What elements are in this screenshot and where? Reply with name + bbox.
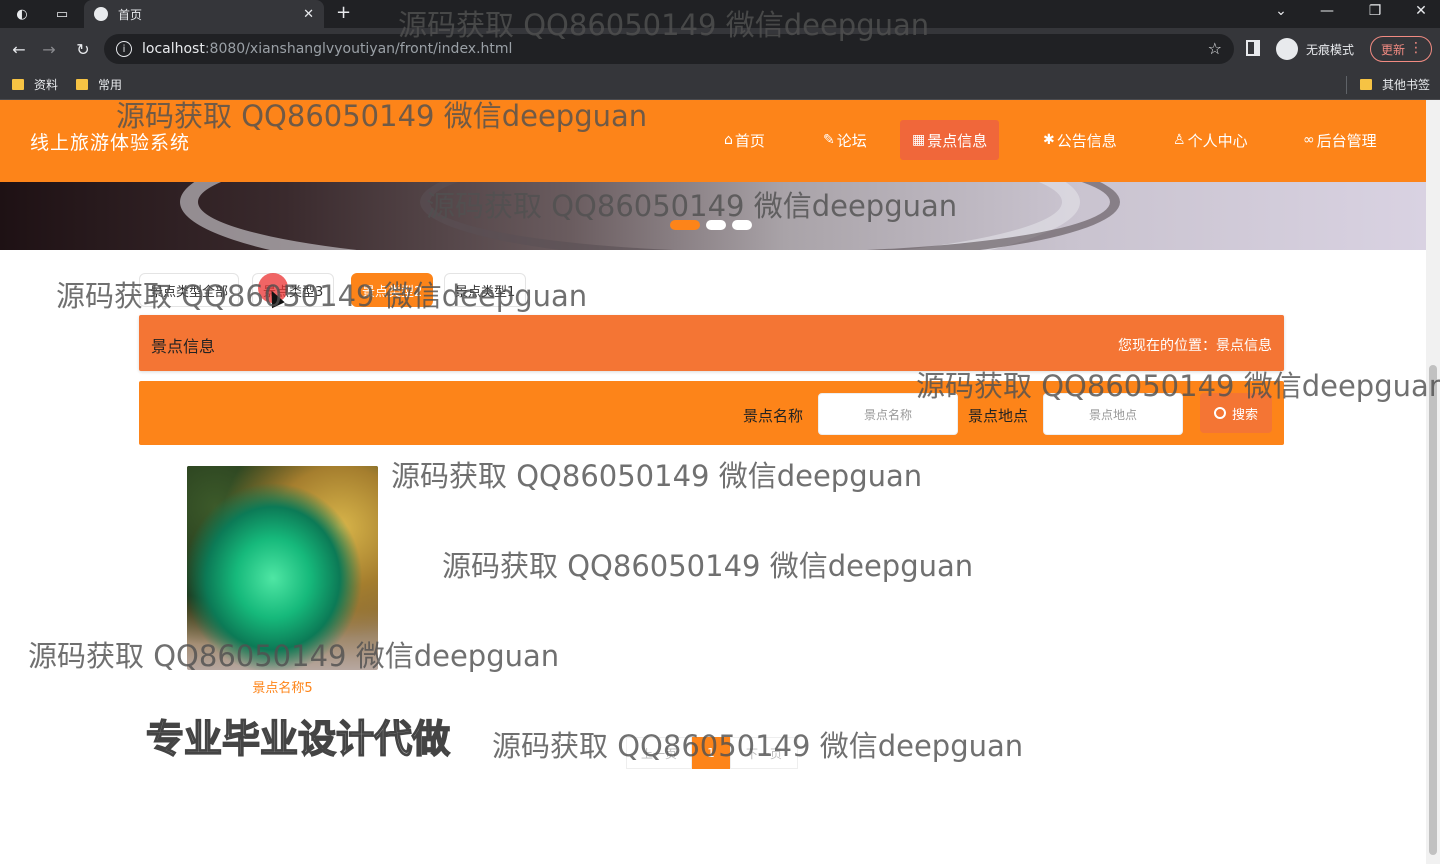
close-window-button[interactable]: ✕ xyxy=(1406,3,1436,19)
bookmark-label: 资料 xyxy=(34,78,59,92)
browser-toolbar: ← → ↻ i localhost:8080/xianshanglvyoutiy… xyxy=(0,28,1440,70)
update-label: 更新 xyxy=(1381,42,1406,57)
name-search-input[interactable]: 景点名称 xyxy=(818,393,958,435)
banner-image-detail xyxy=(420,182,1120,250)
snowflake-icon: ✱ xyxy=(1043,132,1055,148)
forward-button[interactable]: → xyxy=(38,38,60,60)
scrollbar-thumb[interactable] xyxy=(1429,365,1437,855)
tab-list-chevron-icon[interactable]: ⌄ xyxy=(1266,3,1296,19)
grid-icon: ▦ xyxy=(912,132,926,148)
site-info-icon[interactable]: i xyxy=(116,41,132,57)
carousel-dot[interactable] xyxy=(706,220,726,230)
bookmark-separator xyxy=(1346,76,1347,94)
folder-icon xyxy=(76,79,88,90)
nav-label: 个人中心 xyxy=(1187,131,1248,150)
incognito-label: 无痕模式 xyxy=(1306,42,1355,57)
search-button-label: 搜索 xyxy=(1231,407,1258,423)
nav-label: 论坛 xyxy=(836,131,867,150)
new-tab-button[interactable]: + xyxy=(336,2,351,23)
link-icon: ∞ xyxy=(1303,132,1315,148)
section-title-bar: 景点信息 您现在的位置：景点信息 xyxy=(139,315,1284,371)
globe-icon xyxy=(94,7,108,21)
nav-label: 后台管理 xyxy=(1316,131,1377,150)
page-scrollbar[interactable] xyxy=(1426,100,1440,864)
search-bar: 景点名称 景点名称 景点地点 景点地点 搜索 xyxy=(139,381,1284,445)
more-menu-icon[interactable]: ⋮ xyxy=(1409,40,1423,56)
place-search-input[interactable]: 景点地点 xyxy=(1043,393,1183,435)
category-all-button[interactable]: 景点类型全部 xyxy=(139,273,240,307)
nav-label: 景点信息 xyxy=(927,131,988,150)
minimize-button[interactable]: — xyxy=(1312,3,1342,19)
tab-close-icon[interactable]: ✕ xyxy=(303,7,314,22)
tab-search-icon[interactable]: ▭ xyxy=(50,3,74,25)
user-icon: ♙ xyxy=(1173,132,1186,148)
nav-announcements[interactable]: ✱ 公告信息 xyxy=(1031,120,1129,160)
prev-page-button[interactable]: 上一页 xyxy=(626,737,692,769)
nav-home[interactable]: ⌂ 首页 xyxy=(712,120,777,160)
incognito-icon xyxy=(1276,38,1298,60)
side-panel-icon[interactable] xyxy=(1246,40,1260,56)
browser-tab[interactable]: 首页 ✕ xyxy=(84,0,324,28)
scenic-card[interactable] xyxy=(187,466,378,670)
search-button[interactable]: 搜索 xyxy=(1200,393,1272,433)
incognito-indicator[interactable]: 无痕模式 xyxy=(1276,38,1354,60)
scenic-image[interactable] xyxy=(187,466,378,670)
carousel-banner xyxy=(0,182,1426,250)
place-label: 景点地点 xyxy=(968,407,1029,425)
folder-icon xyxy=(1360,79,1372,90)
reload-button[interactable]: ↻ xyxy=(72,38,94,60)
bookmark-folder-changyong[interactable]: 常用 xyxy=(76,76,122,93)
category-type2-button[interactable]: 景点类型2 xyxy=(351,273,434,307)
carousel-dot[interactable] xyxy=(732,220,752,230)
carousel-dot-active[interactable] xyxy=(670,220,700,230)
category-type1-button[interactable]: 景点类型1 xyxy=(444,273,527,307)
site-header: 线上旅游体验系统 ⌂ 首页 ✎ 论坛 ▦ 景点信息 ✱ 公告信息 ♙ 个人中心 … xyxy=(0,100,1426,182)
site-title: 线上旅游体验系统 xyxy=(30,132,191,154)
nav-personal-center[interactable]: ♙ 个人中心 xyxy=(1161,120,1260,160)
bookmark-star-icon[interactable]: ☆ xyxy=(1208,39,1222,58)
bookmarks-bar: 资料 常用 其他书签 xyxy=(0,70,1440,100)
tab-title: 首页 xyxy=(118,7,143,22)
update-button[interactable]: 更新 ⋮ xyxy=(1370,36,1432,62)
scenic-name[interactable]: 景点名称5 xyxy=(187,677,378,696)
next-page-button[interactable]: 下一页 xyxy=(730,737,798,769)
folder-icon xyxy=(12,79,24,90)
bookmark-label: 常用 xyxy=(98,78,123,92)
back-button[interactable]: ← xyxy=(8,38,30,60)
page-1-button[interactable]: 1 xyxy=(692,737,730,769)
nav-forum[interactable]: ✎ 论坛 xyxy=(811,120,879,160)
address-bar[interactable]: i localhost:8080/xianshanglvyoutiyan/fro… xyxy=(104,34,1234,64)
other-bookmarks[interactable]: 其他书签 xyxy=(1360,76,1430,93)
url-text[interactable]: localhost:8080/xianshanglvyoutiyan/front… xyxy=(142,41,512,57)
home-icon: ⌂ xyxy=(724,132,733,148)
page-viewport: 线上旅游体验系统 ⌂ 首页 ✎ 论坛 ▦ 景点信息 ✱ 公告信息 ♙ 个人中心 … xyxy=(0,100,1440,864)
nav-admin[interactable]: ∞ 后台管理 xyxy=(1291,120,1389,160)
nav-scenic-info[interactable]: ▦ 景点信息 xyxy=(900,120,1000,160)
chrome-menu-icon[interactable]: ◐ xyxy=(10,3,34,25)
name-label: 景点名称 xyxy=(743,407,804,425)
nav-label: 首页 xyxy=(734,131,765,150)
breadcrumb: 您现在的位置：景点信息 xyxy=(1118,338,1272,354)
browser-tab-strip: ◐ ▭ 首页 ✕ + ⌄ — ❐ ✕ xyxy=(0,0,1440,28)
forum-icon: ✎ xyxy=(823,132,835,148)
search-icon xyxy=(1213,407,1226,419)
section-title: 景点信息 xyxy=(151,337,216,356)
bookmark-folder-ziliao[interactable]: 资料 xyxy=(12,76,58,93)
bookmark-label: 其他书签 xyxy=(1382,78,1431,92)
restore-button[interactable]: ❐ xyxy=(1360,3,1390,19)
nav-label: 公告信息 xyxy=(1056,131,1117,150)
